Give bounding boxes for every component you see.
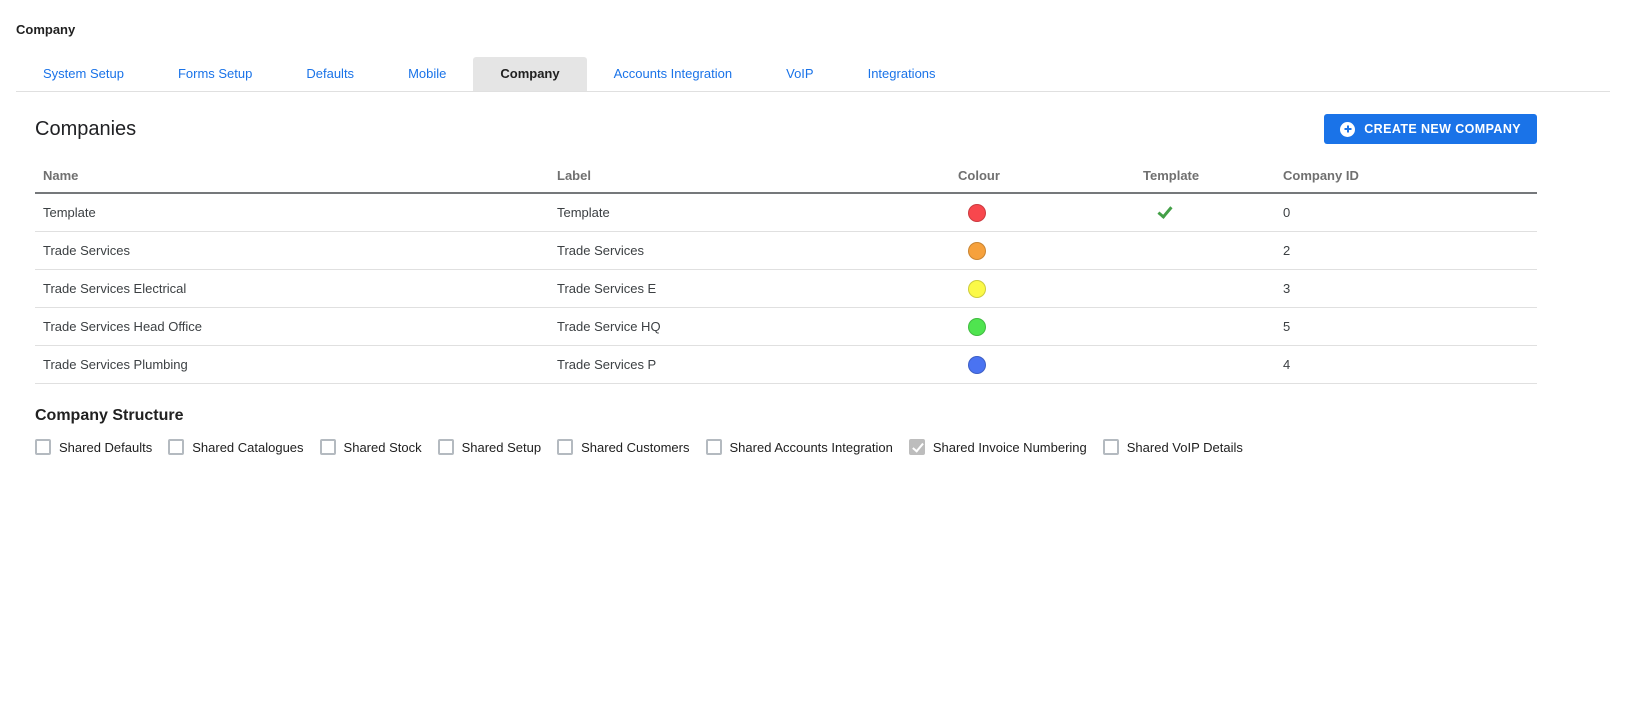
column-header-company-id: Company ID <box>1275 168 1537 183</box>
colour-swatch-yellow <box>968 280 986 298</box>
checkbox-unchecked-icon[interactable] <box>168 439 184 455</box>
column-header-colour: Colour <box>950 168 1135 183</box>
checkbox-label: Shared Accounts Integration <box>730 440 893 455</box>
plus-circle-icon <box>1340 122 1355 137</box>
checkbox-label: Shared Setup <box>462 440 542 455</box>
company-id-cell: 4 <box>1275 357 1537 372</box>
tab-defaults[interactable]: Defaults <box>279 57 381 91</box>
tab-bar: System SetupForms SetupDefaultsMobileCom… <box>16 57 1610 91</box>
table-row[interactable]: Trade ServicesTrade Services 2 <box>35 232 1537 270</box>
column-header-template: Template <box>1135 168 1275 183</box>
checkbox-unchecked-icon[interactable] <box>320 439 336 455</box>
checkbox-item-shared-catalogues[interactable]: Shared Catalogues <box>168 439 303 455</box>
checkbox-unchecked-icon[interactable] <box>1103 439 1119 455</box>
table-row[interactable]: Trade Services Head OfficeTrade Service … <box>35 308 1537 346</box>
company-name-cell: Template <box>35 205 549 220</box>
company-name-cell: Trade Services Plumbing <box>35 357 549 372</box>
column-header-name: Name <box>35 168 549 183</box>
checkbox-label: Shared VoIP Details <box>1127 440 1243 455</box>
colour-swatch-red <box>968 204 986 222</box>
company-id-cell: 0 <box>1275 205 1537 220</box>
create-button-label: CREATE NEW COMPANY <box>1364 122 1521 136</box>
company-name-cell: Trade Services Head Office <box>35 319 549 334</box>
tab-mobile[interactable]: Mobile <box>381 57 473 91</box>
company-colour-cell <box>950 242 1135 260</box>
checkbox-label: Shared Stock <box>344 440 422 455</box>
checkbox-item-shared-defaults[interactable]: Shared Defaults <box>35 439 152 455</box>
column-header-label: Label <box>549 168 950 183</box>
company-id-cell: 5 <box>1275 319 1537 334</box>
companies-heading: Companies <box>35 118 136 140</box>
table-row[interactable]: Trade Services ElectricalTrade Services … <box>35 270 1537 308</box>
colour-swatch-blue <box>968 356 986 374</box>
company-colour-cell <box>950 318 1135 336</box>
checkbox-item-shared-invoice-numbering[interactable]: Shared Invoice Numbering <box>909 439 1087 455</box>
content: Companies CREATE NEW COMPANY NameLabelCo… <box>35 114 1537 455</box>
tab-system-setup[interactable]: System Setup <box>16 57 151 91</box>
checkbox-label: Shared Defaults <box>59 440 152 455</box>
checkbox-item-shared-accounts-integration[interactable]: Shared Accounts Integration <box>706 439 893 455</box>
tab-integrations[interactable]: Integrations <box>841 57 963 91</box>
tab-strip: System SetupForms SetupDefaultsMobileCom… <box>16 57 1610 92</box>
company-label-cell: Trade Services P <box>549 357 950 372</box>
tab-voip[interactable]: VoIP <box>759 57 840 91</box>
companies-table: NameLabelColourTemplateCompany ID Templa… <box>35 158 1537 384</box>
table-body: TemplateTemplate0Trade ServicesTrade Ser… <box>35 194 1537 384</box>
checkbox-item-shared-setup[interactable]: Shared Setup <box>438 439 542 455</box>
checkbox-unchecked-icon[interactable] <box>438 439 454 455</box>
checkbox-checked-icon[interactable] <box>909 439 925 455</box>
company-colour-cell <box>950 204 1135 222</box>
tab-company[interactable]: Company <box>473 57 586 91</box>
colour-swatch-green <box>968 318 986 336</box>
tab-forms-setup[interactable]: Forms Setup <box>151 57 279 91</box>
colour-swatch-orange <box>968 242 986 260</box>
company-name-cell: Trade Services Electrical <box>35 281 549 296</box>
tab-accounts-integration[interactable]: Accounts Integration <box>587 57 760 91</box>
table-row[interactable]: TemplateTemplate 0 <box>35 194 1537 232</box>
company-label-cell: Trade Service HQ <box>549 319 950 334</box>
checkbox-unchecked-icon[interactable] <box>706 439 722 455</box>
checkbox-item-shared-stock[interactable]: Shared Stock <box>320 439 422 455</box>
checkbox-item-shared-voip-details[interactable]: Shared VoIP Details <box>1103 439 1243 455</box>
company-colour-cell <box>950 356 1135 374</box>
checkbox-item-shared-customers[interactable]: Shared Customers <box>557 439 689 455</box>
company-name-cell: Trade Services <box>35 243 549 258</box>
table-row[interactable]: Trade Services PlumbingTrade Services P 4 <box>35 346 1537 384</box>
company-id-cell: 2 <box>1275 243 1537 258</box>
checkbox-unchecked-icon[interactable] <box>35 439 51 455</box>
company-colour-cell <box>950 280 1135 298</box>
checkbox-unchecked-icon[interactable] <box>557 439 573 455</box>
checkbox-label: Shared Catalogues <box>192 440 303 455</box>
table-header-row: NameLabelColourTemplateCompany ID <box>35 158 1537 194</box>
page-title: Company <box>0 0 1626 37</box>
company-template-cell <box>1135 208 1275 218</box>
template-check-icon <box>1157 203 1172 219</box>
company-label-cell: Trade Services E <box>549 281 950 296</box>
create-new-company-button[interactable]: CREATE NEW COMPANY <box>1324 114 1537 144</box>
company-structure-options: Shared Defaults Shared Catalogues Shared S… <box>35 439 1537 455</box>
company-label-cell: Trade Services <box>549 243 950 258</box>
checkbox-label: Shared Invoice Numbering <box>933 440 1087 455</box>
content-header: Companies CREATE NEW COMPANY <box>35 114 1537 144</box>
company-label-cell: Template <box>549 205 950 220</box>
checkbox-label: Shared Customers <box>581 440 689 455</box>
company-structure-heading: Company Structure <box>35 406 1537 425</box>
company-id-cell: 3 <box>1275 281 1537 296</box>
